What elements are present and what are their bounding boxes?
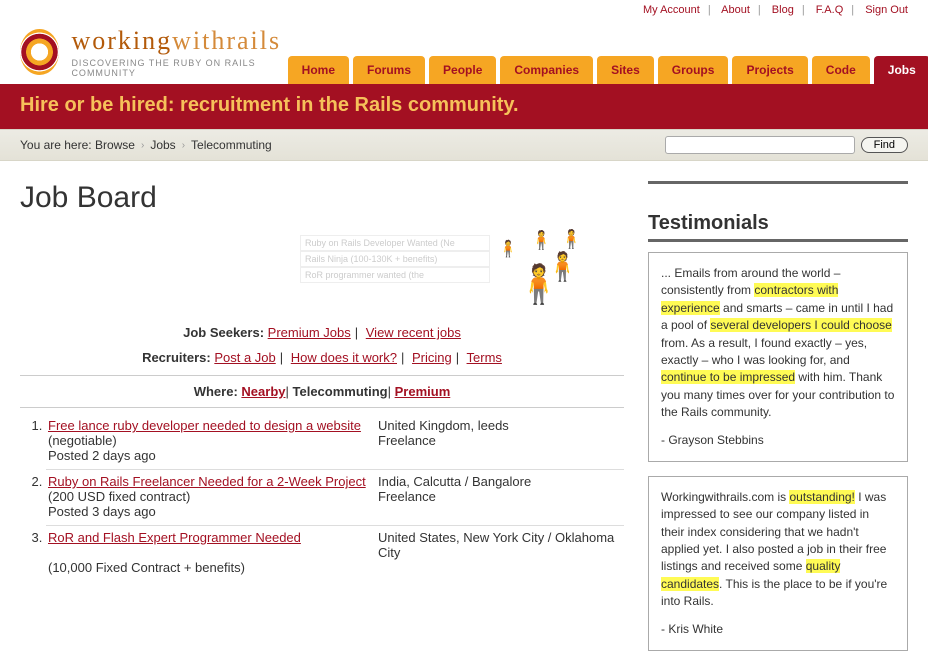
job-item: Free lance ruby developer needed to desi… [46, 414, 624, 470]
faq-link[interactable]: F.A.Q [816, 4, 844, 16]
brand-tagline: DISCOVERING THE RUBY ON RAILS COMMUNITY [71, 58, 287, 78]
top-utility-nav: My Account| About| Blog| F.A.Q| Sign Out [0, 0, 928, 18]
job-location: India, Calcutta / Bangalore [378, 474, 624, 489]
job-pay: (10,000 Fixed Contract + benefits) [48, 560, 378, 575]
filter-nearby[interactable]: Nearby [241, 384, 285, 399]
job-location: United States, New York City / Oklahoma … [378, 530, 624, 560]
breadcrumb-intro: You are here: [20, 138, 92, 152]
tab-forums[interactable]: Forums [353, 56, 425, 84]
promo-graphic: Ruby on Rails Developer Wanted (Ne Rails… [20, 235, 624, 315]
about-link[interactable]: About [721, 4, 750, 16]
job-posted: Posted 2 days ago [48, 448, 624, 463]
tab-groups[interactable]: Groups [658, 56, 729, 84]
blog-link[interactable]: Blog [772, 4, 794, 16]
person-icon: 🧍 [560, 229, 582, 250]
how-it-works-link[interactable]: How does it work? [291, 350, 397, 365]
job-title-link[interactable]: Ruby on Rails Freelancer Needed for a 2-… [48, 474, 366, 489]
job-list: Free lance ruby developer needed to desi… [46, 414, 624, 581]
crumb-current: Telecommuting [191, 138, 272, 152]
job-type [378, 560, 624, 575]
person-icon: 🧍 [530, 230, 552, 251]
filter-premium[interactable]: Premium [395, 384, 451, 399]
testimonial-author: - Kris White [661, 621, 895, 638]
tab-sites[interactable]: Sites [597, 56, 654, 84]
job-type: Freelance [378, 489, 624, 504]
breadcrumb-bar: You are here: Browse› Jobs› Telecommutin… [0, 129, 928, 161]
logo-icon [20, 29, 59, 75]
tab-home[interactable]: Home [288, 56, 349, 84]
page-title: Job Board [20, 181, 624, 215]
brand-text: workingwithrails [71, 26, 287, 56]
search-box: Find [665, 136, 908, 154]
header: workingwithrails DISCOVERING THE RUBY ON… [0, 18, 928, 84]
find-button[interactable]: Find [861, 137, 908, 153]
tab-people[interactable]: People [429, 56, 496, 84]
job-title-link[interactable]: RoR and Flash Expert Programmer Needed [48, 530, 301, 545]
my-account-link[interactable]: My Account [643, 4, 700, 16]
job-pay: (200 USD fixed contract) [48, 489, 378, 504]
job-location: United Kingdom, leeds [378, 418, 624, 433]
testimonials-heading: Testimonials [648, 212, 908, 242]
testimonial: ... Emails from around the world – consi… [648, 252, 908, 462]
promo-row: RoR programmer wanted (the [300, 267, 490, 283]
tab-companies[interactable]: Companies [500, 56, 593, 84]
tab-code[interactable]: Code [812, 56, 870, 84]
crumb-jobs[interactable]: Jobs [150, 138, 175, 152]
crumb-browse[interactable]: Browse [95, 138, 135, 152]
pricing-link[interactable]: Pricing [412, 350, 452, 365]
tab-jobs[interactable]: Jobs [874, 56, 928, 84]
person-icon: 🧍 [498, 239, 518, 259]
recruiters-bar: Recruiters: Post a Job| How does it work… [20, 350, 624, 365]
signout-link[interactable]: Sign Out [865, 4, 908, 16]
job-type: Freelance [378, 433, 624, 448]
testimonial: Workingwithrails.com is outstanding! I w… [648, 476, 908, 651]
search-input[interactable] [665, 136, 855, 154]
filter-telecommuting: Telecommuting [293, 384, 388, 399]
recent-jobs-link[interactable]: View recent jobs [366, 325, 461, 340]
premium-jobs-link[interactable]: Premium Jobs [268, 325, 351, 340]
job-item: Ruby on Rails Freelancer Needed for a 2-… [46, 470, 624, 526]
seekers-bar: Job Seekers: Premium Jobs| View recent j… [20, 325, 624, 340]
job-posted: Posted 3 days ago [48, 504, 624, 519]
job-item: RoR and Flash Expert Programmer Needed U… [46, 526, 624, 581]
post-job-link[interactable]: Post a Job [214, 350, 275, 365]
tab-projects[interactable]: Projects [732, 56, 807, 84]
main-nav: Home Forums People Companies Sites Group… [288, 56, 928, 84]
job-title-link[interactable]: Free lance ruby developer needed to desi… [48, 418, 361, 433]
promo-row: Rails Ninja (100-130K + benefits) [300, 251, 490, 267]
page-banner: Hire or be hired: recruitment in the Rai… [0, 84, 928, 129]
promo-row: Ruby on Rails Developer Wanted (Ne [300, 235, 490, 251]
person-icon: 🧍 [515, 263, 562, 307]
job-pay: (negotiable) [48, 433, 378, 448]
testimonial-author: - Grayson Stebbins [661, 432, 895, 449]
terms-link[interactable]: Terms [467, 350, 502, 365]
filter-bar: Where: Nearby| Telecommuting| Premium [20, 375, 624, 408]
logo[interactable]: workingwithrails DISCOVERING THE RUBY ON… [20, 26, 288, 78]
